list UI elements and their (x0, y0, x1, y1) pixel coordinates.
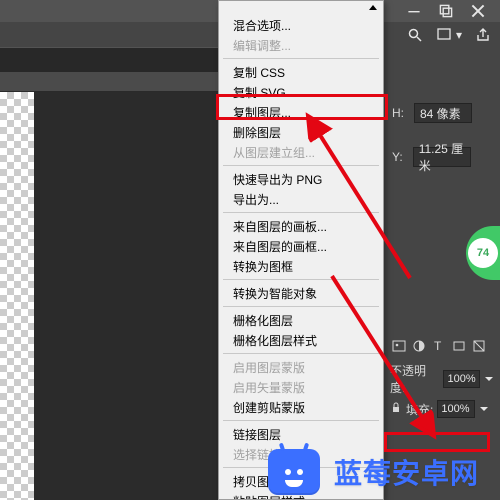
canvas-area (0, 48, 218, 500)
fill-dropdown-icon[interactable] (479, 405, 489, 413)
ruler-horizontal (0, 72, 218, 92)
window-restore-button[interactable] (430, 2, 462, 20)
flyout-handle-icon[interactable] (369, 5, 379, 15)
annotation-arrow (300, 108, 418, 286)
menu-item[interactable]: 复制 CSS (219, 62, 383, 82)
menu-separator (223, 467, 379, 468)
filter-smart-icon[interactable] (472, 339, 486, 356)
filter-shape-icon[interactable] (452, 339, 466, 356)
menu-separator (223, 58, 379, 59)
canvas-image-region[interactable] (34, 92, 218, 500)
menu-item[interactable]: 粘贴图层样式 (219, 491, 383, 500)
property-y-input[interactable]: 11.25 厘米 (413, 147, 471, 167)
arrange-documents-icon[interactable] (436, 26, 454, 44)
side-badge-value: 74 (468, 238, 498, 268)
window-minimize-button[interactable] (398, 2, 430, 20)
property-h-input[interactable]: 84 像素 (414, 103, 472, 123)
opacity-dropdown-icon[interactable] (484, 375, 494, 383)
menu-item: 编辑调整... (219, 35, 383, 55)
dropdown-caret-icon[interactable]: ▾ (456, 28, 462, 42)
search-icon[interactable] (406, 26, 424, 44)
canvas-transparent-edge (0, 92, 34, 500)
menu-item[interactable]: 复制 SVG (219, 82, 383, 102)
menu-item[interactable]: 混合选项... (219, 15, 383, 35)
share-icon[interactable] (474, 26, 492, 44)
annotation-arrow (326, 270, 446, 444)
menu-item: 选择链接图层 (219, 444, 383, 464)
menu-item[interactable]: 拷贝图层样式 (219, 471, 383, 491)
opacity-input[interactable]: 100% (443, 370, 480, 388)
window-close-button[interactable] (462, 2, 494, 20)
